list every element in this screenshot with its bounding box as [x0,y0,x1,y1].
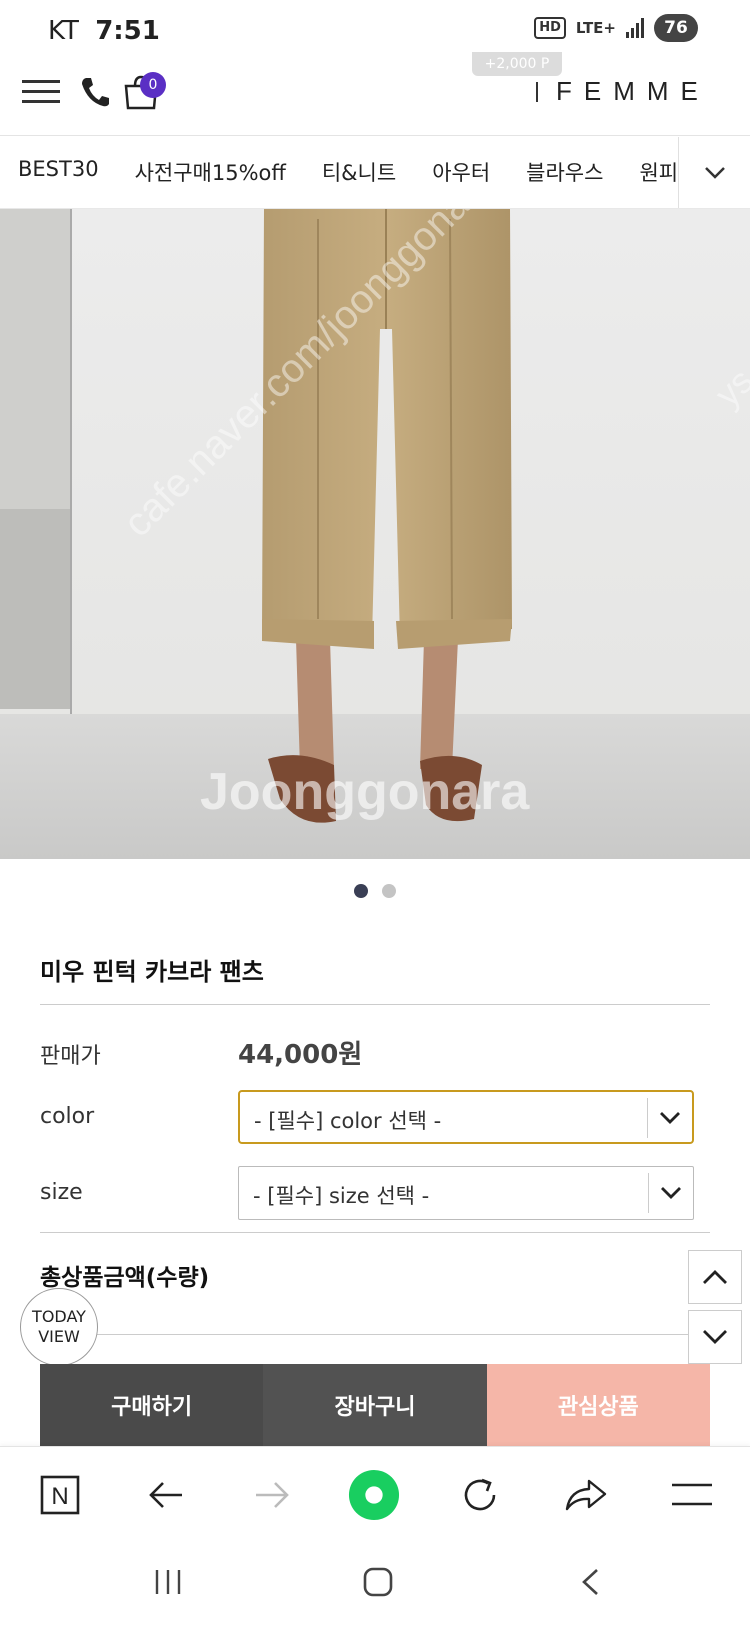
signal-icon [626,18,644,38]
size-label: size [40,1180,83,1205]
product-photo: cafe.naver.com/joonggonara Joonggonara y… [0,209,750,859]
category-item[interactable]: BEST30 [18,157,99,187]
menu-icon[interactable] [22,80,60,104]
category-item[interactable]: 사전구매15%off [135,157,286,187]
menu-icon [672,1483,712,1506]
add-to-cart-button[interactable]: 장바구니 [263,1364,487,1446]
select-separator [647,1098,648,1138]
svg-text:N: N [51,1483,68,1510]
today-view-button[interactable]: TODAY VIEW [20,1288,98,1366]
green-dot-icon [348,1469,400,1521]
size-select-value: - [필수] size 선택 - [253,1184,430,1208]
back-nav-button[interactable] [566,1562,614,1602]
image-pager [0,884,750,898]
status-bar: KT 7:51 HD LTE+ 76 [0,0,750,52]
buy-button[interactable]: 구매하기 [40,1364,264,1446]
arrow-left-icon [149,1482,182,1508]
browser-toolbar: N [0,1446,750,1540]
arrow-right-icon [256,1482,289,1508]
category-item[interactable]: 티&니트 [322,157,396,187]
battery-icon: 76 [654,14,698,42]
chevron-down-icon [704,167,725,179]
share-icon [565,1479,607,1511]
recent-apps-icon [155,1570,181,1594]
purchase-actions: 구매하기 장바구니 관심상품 [40,1364,710,1446]
logo-divider [536,82,538,102]
share-button[interactable] [560,1469,612,1521]
category-item[interactable]: 원피 [639,157,678,187]
price-label: 판매가 [40,1044,101,1069]
naver-home-icon: N [40,1475,80,1515]
chevron-left-icon [582,1569,598,1595]
options-divider [40,1232,710,1233]
scroll-bottom-button[interactable] [688,1310,742,1364]
category-expand-button[interactable] [678,137,750,208]
home-button[interactable] [354,1562,402,1602]
phone-icon[interactable] [80,76,110,108]
chevron-up-icon [703,1270,727,1284]
pager-dot[interactable] [354,884,368,898]
chevron-down-icon [661,1187,681,1199]
back-button[interactable] [140,1469,192,1521]
pager-dot[interactable] [382,884,396,898]
watermark-brand: Joonggonara [200,763,530,821]
forward-button[interactable] [246,1469,298,1521]
category-item[interactable]: 블라우스 [526,157,603,187]
brand-logo[interactable]: FEMME [556,76,710,107]
color-select-value: - [필수] color 선택 - [254,1109,442,1133]
refresh-icon [464,1478,496,1511]
product-image[interactable]: cafe.naver.com/joonggonara Joonggonara y… [0,209,750,859]
product-title: 미우 핀턱 카브라 팬츠 [40,958,264,986]
lte-icon: LTE+ [575,19,616,37]
size-select[interactable]: - [필수] size 선택 - [238,1166,694,1220]
total-amount-label: 총상품금액(수량) [40,1265,210,1291]
color-select[interactable]: - [필수] color 선택 - [238,1090,694,1144]
carrier-label: KT [48,16,79,46]
recent-apps-button[interactable] [144,1562,192,1602]
chevron-down-icon [703,1330,727,1344]
cart-count-badge: 0 [140,72,166,98]
price-value: 44,000원 [238,1040,363,1070]
color-label: color [40,1104,95,1129]
today-view-line2: VIEW [38,1327,80,1346]
hd-voice-icon: HD [534,17,566,39]
category-item[interactable]: 아우터 [432,157,490,187]
android-nav-bar [0,1540,750,1625]
refresh-button[interactable] [454,1469,506,1521]
naver-home-button[interactable]: N [34,1469,86,1521]
total-divider [40,1334,710,1335]
home-icon [363,1567,393,1597]
category-list: BEST30 사전구매15%off 티&니트 아우터 블라우스 원피 [18,157,678,187]
title-divider [40,1004,710,1005]
category-nav: BEST30 사전구매15%off 티&니트 아우터 블라우스 원피 [0,137,750,209]
site-header: 0 +2,000 P FEMME [0,52,750,136]
select-separator [648,1173,649,1213]
chevron-down-icon [660,1112,680,1124]
scroll-top-button[interactable] [688,1250,742,1304]
today-view-line1: TODAY [32,1307,86,1326]
clock: 7:51 [95,16,160,46]
points-chip: +2,000 P [472,52,562,76]
wishlist-button[interactable]: 관심상품 [486,1364,710,1446]
status-carrier-time: KT 7:51 [48,16,160,46]
browser-menu-button[interactable] [666,1469,718,1521]
status-icons: HD LTE+ 76 [534,14,698,42]
naver-green-dot-button[interactable] [348,1469,400,1521]
